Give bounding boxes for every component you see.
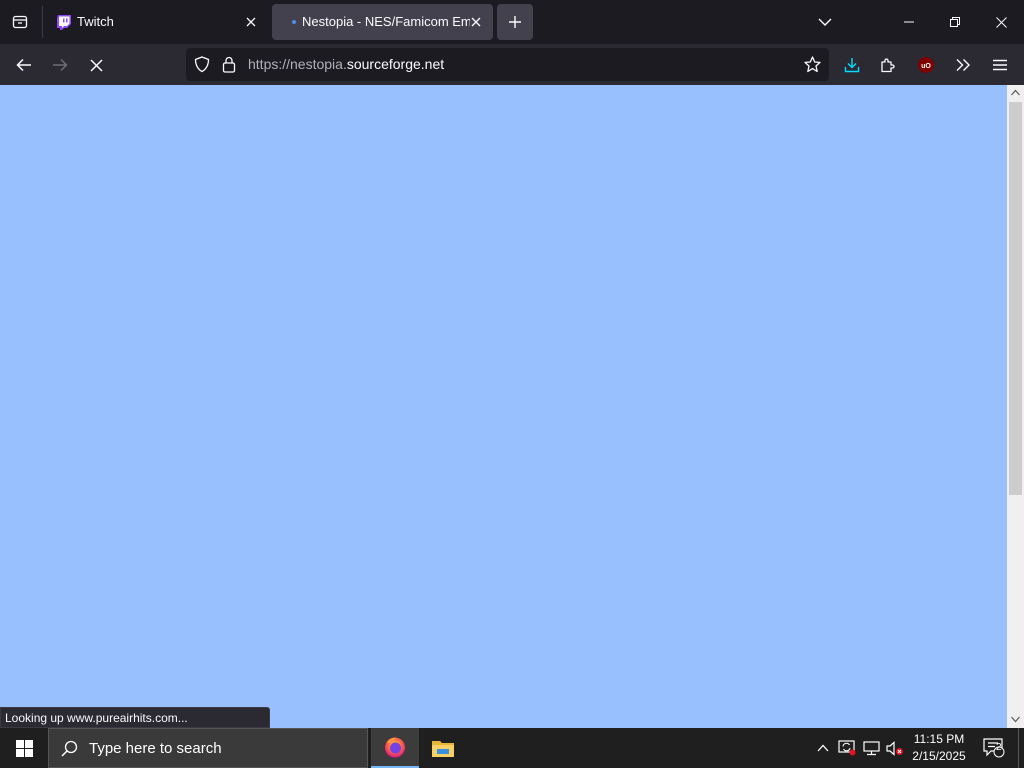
navigation-toolbar: https://nestopia.sourceforge.net uO [0,44,1024,85]
tab-close-button[interactable] [242,13,260,31]
status-text: Looking up www.pureairhits.com... [5,711,188,725]
loading-dot-icon [292,20,296,24]
network-icon [862,740,880,755]
page-content[interactable] [0,85,1007,728]
search-icon [61,740,78,757]
stop-icon [89,58,103,72]
firefox-view-icon [12,15,28,29]
url-bar[interactable]: https://nestopia.sourceforge.net [186,48,829,81]
firefox-icon [385,737,405,758]
forward-button[interactable] [44,49,76,81]
minimize-button[interactable] [886,0,932,44]
url-host: sourceforge.net [346,56,445,72]
taskbar-firefox[interactable] [371,728,419,768]
hamburger-menu-icon [993,59,1007,71]
puzzle-piece-icon [881,58,895,73]
tab-separator [42,6,43,38]
chevron-down-icon [818,18,832,26]
scroll-up-icon[interactable] [1011,89,1020,96]
notification-count: 2 [996,742,1002,753]
extensions-button[interactable] [872,49,904,81]
new-tab-button[interactable] [497,4,533,40]
more-tools-button[interactable] [947,49,979,81]
scroll-down-icon[interactable] [1011,716,1020,723]
tab-nestopia[interactable]: Nestopia - NES/Famicom Emula [272,4,493,40]
action-center-button[interactable]: 2 [976,728,1012,768]
status-panel: Looking up www.pureairhits.com... [0,707,270,728]
show-desktop-button[interactable] [1018,728,1024,768]
tab-twitch[interactable]: Twitch [48,4,268,40]
network-tray[interactable] [860,728,882,768]
double-chevron-right-icon [956,59,970,71]
ublock-origin-button[interactable]: uO [910,49,942,81]
restore-icon [950,17,960,27]
lock-icon[interactable] [222,56,236,73]
url-prefix: https://nestopia. [248,56,347,72]
star-icon[interactable] [804,56,821,73]
windows-logo-icon [15,739,33,757]
list-all-tabs-button[interactable] [811,8,839,36]
clock-date: 2/15/2025 [912,749,966,763]
back-button[interactable] [8,49,40,81]
download-icon [844,58,860,73]
vertical-scrollbar[interactable] [1007,85,1024,728]
chevron-up-icon [817,744,829,752]
windows-taskbar: Type here to search 11:15 PM 2/15/2025 2 [0,728,1024,768]
scrollbar-thumb[interactable] [1009,102,1022,495]
svg-text:uO: uO [921,63,931,70]
show-hidden-icons-button[interactable] [812,728,834,768]
tab-close-button[interactable] [467,13,485,31]
minimize-icon [904,21,914,23]
firefox-view-button[interactable] [6,8,34,36]
close-icon [471,17,481,27]
folder-icon [432,741,454,757]
tab-title: Twitch [77,14,114,29]
downloads-button[interactable] [836,49,868,81]
start-button[interactable] [0,728,48,768]
tab-title: Nestopia - NES/Famicom Emula [302,14,470,29]
restore-button[interactable] [932,0,978,44]
taskbar-search-box[interactable]: Type here to search [48,728,368,768]
clock-time: 11:15 PM [913,732,965,746]
shield-icon[interactable] [194,56,210,73]
volume-tray[interactable] [884,728,906,768]
twitch-icon [57,15,71,30]
menu-button[interactable] [984,49,1016,81]
arrow-left-icon [16,58,31,72]
close-icon [995,16,1007,28]
taskbar-clock[interactable]: 11:15 PM 2/15/2025 [904,731,974,765]
close-window-button[interactable] [978,0,1024,44]
update-icon [838,740,856,756]
url-text[interactable]: https://nestopia.sourceforge.net [248,56,444,72]
close-icon [246,17,256,27]
taskbar-file-explorer[interactable] [419,728,467,768]
plus-icon [509,16,521,28]
ublock-origin-icon: uO [918,57,934,73]
arrow-right-icon [53,58,68,72]
windows-update-tray[interactable] [836,728,858,768]
search-placeholder: Type here to search [89,740,222,757]
speaker-muted-icon [886,740,903,756]
stop-button[interactable] [80,49,112,81]
tab-strip: Twitch Nestopia - NES/Famicom Emula [0,0,1024,44]
